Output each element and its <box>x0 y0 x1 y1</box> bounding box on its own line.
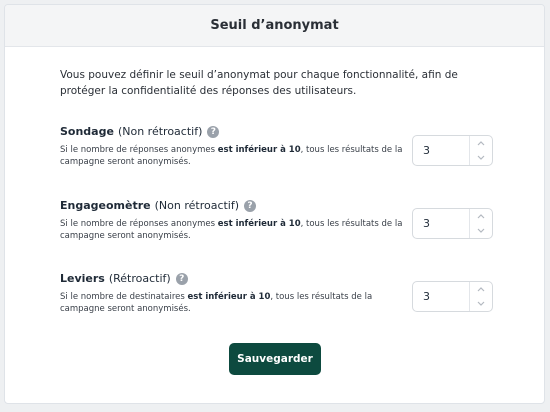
help-icon[interactable]: ? <box>244 200 257 212</box>
chevron-up-icon[interactable] <box>470 209 492 224</box>
setting-mode: (Non rétroactif) <box>117 125 203 138</box>
desc-emphasis: est inférieur à 10 <box>187 292 271 302</box>
card-header: Seuil d’anonymat <box>5 5 544 47</box>
desc-emphasis: est inférieur à 10 <box>217 219 301 229</box>
leviers-threshold-stepper[interactable]: 3 <box>412 281 493 312</box>
setting-name: Engageomètre <box>60 199 151 212</box>
stepper-value[interactable]: 3 <box>413 209 469 238</box>
stepper-buttons <box>469 136 492 165</box>
stepper-value[interactable]: 3 <box>413 282 469 311</box>
desc-emphasis: est inférieur à 10 <box>217 145 301 155</box>
engageometre-threshold-stepper[interactable]: 3 <box>412 208 493 239</box>
desc-text: Si le nombre de destinataires <box>60 292 188 302</box>
setting-name: Sondage <box>60 125 114 138</box>
anonymity-threshold-card: Seuil d’anonymat Vous pouvez définir le … <box>4 4 545 404</box>
help-icon[interactable]: ? <box>207 126 220 138</box>
chevron-down-icon[interactable] <box>470 297 492 312</box>
setting-description: Si le nombre de réponses anonymes est in… <box>60 218 405 242</box>
setting-mode: (Non rétroactif) <box>154 199 240 212</box>
stepper-value[interactable]: 3 <box>413 136 469 165</box>
stepper-buttons <box>469 282 492 311</box>
chevron-down-icon[interactable] <box>470 151 492 166</box>
setting-description: Si le nombre de destinataires est inféri… <box>60 291 405 315</box>
desc-text: Si le nombre de réponses anonymes <box>60 219 218 229</box>
stepper-buttons <box>469 209 492 238</box>
chevron-up-icon[interactable] <box>470 136 492 151</box>
intro-text: Vous pouvez définir le seuil d’anonymat … <box>60 69 458 97</box>
desc-text: Si le nombre de réponses anonymes <box>60 145 218 155</box>
chevron-down-icon[interactable] <box>470 224 492 239</box>
setting-leviers: Leviers (Rétroactif) ? Si le nombre de d… <box>60 272 500 315</box>
setting-engageometre: Engageomètre (Non rétroactif) ? Si le no… <box>60 199 500 242</box>
page-title: Seuil d’anonymat <box>210 18 339 33</box>
setting-description: Si le nombre de réponses anonymes est in… <box>60 144 405 168</box>
sondage-threshold-stepper[interactable]: 3 <box>412 135 493 166</box>
setting-mode: (Rétroactif) <box>108 272 171 285</box>
save-button[interactable]: Sauvegarder <box>229 343 321 375</box>
setting-name: Leviers <box>60 272 105 285</box>
chevron-up-icon[interactable] <box>470 282 492 297</box>
help-icon[interactable]: ? <box>175 273 188 285</box>
setting-sondage: Sondage (Non rétroactif) ? Si le nombre … <box>60 125 500 168</box>
